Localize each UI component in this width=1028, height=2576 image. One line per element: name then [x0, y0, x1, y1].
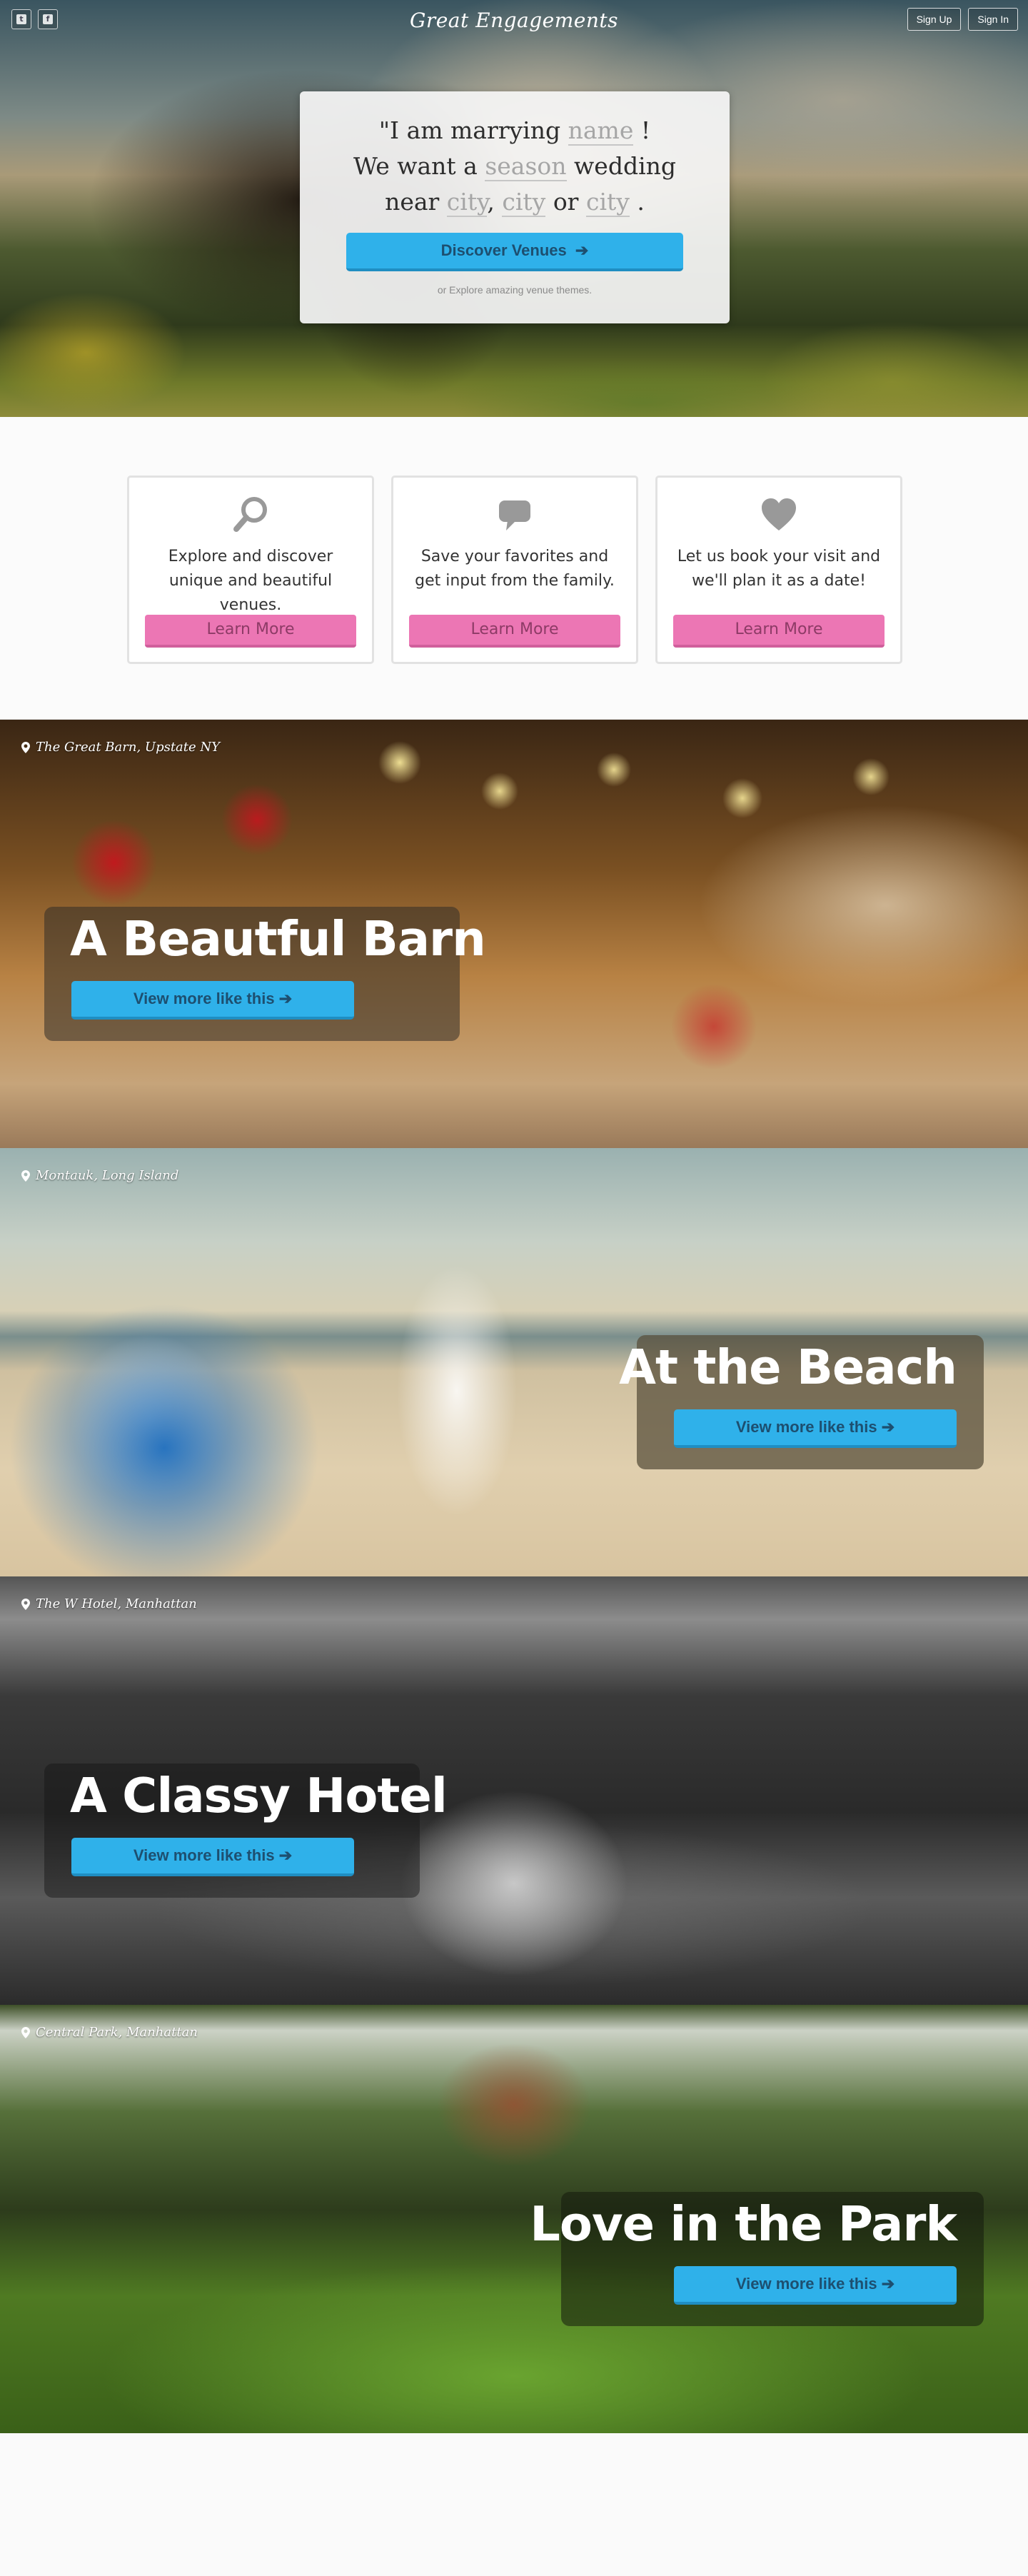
- view-more-button[interactable]: View more like this ➔: [71, 981, 354, 1020]
- venue-barn: The Great Barn, Upstate NY A Beautful Ba…: [0, 720, 1028, 1148]
- venue-hotel: The W Hotel, Manhattan A Classy Hotel Vi…: [0, 1576, 1028, 2005]
- feature-text: Explore and discover unique and beautifu…: [168, 548, 333, 614]
- venue-location-text: Montauk, Long Island: [36, 1168, 179, 1183]
- heart-icon: [762, 498, 796, 530]
- brand-link[interactable]: Great Engagements: [410, 9, 618, 32]
- view-more-button[interactable]: View more like this ➔: [71, 1838, 354, 1876]
- venue-beach: Montauk, Long Island At the Beach View m…: [0, 1148, 1028, 1576]
- name-field[interactable]: name: [568, 116, 634, 146]
- features-section: Explore and discover unique and beautifu…: [0, 417, 1028, 720]
- venue-location-text: The W Hotel, Manhattan: [36, 1596, 197, 1611]
- madlib-text: We want a: [353, 152, 478, 180]
- view-more-label: View more like this: [735, 2275, 877, 2293]
- venue-location: Central Park, Manhattan: [21, 2025, 198, 2040]
- learn-more-button[interactable]: Learn More: [145, 615, 356, 648]
- arrow-right-icon: ➔: [278, 1846, 293, 1864]
- feature-card-explore: Explore and discover unique and beautifu…: [127, 476, 374, 664]
- arrow-right-icon: ➔: [881, 1418, 895, 1436]
- view-more-button[interactable]: View more like this ➔: [674, 2266, 957, 2305]
- learn-more-button[interactable]: Learn More: [673, 615, 885, 648]
- venue-location-text: Central Park, Manhattan: [36, 2025, 198, 2040]
- feature-text: Save your favorites and get input from t…: [415, 548, 615, 590]
- venue-title: A Beautful Barn: [70, 911, 486, 967]
- explore-themes-link[interactable]: or Explore amazing venue themes.: [300, 284, 730, 296]
- city-field-2[interactable]: city: [502, 188, 546, 217]
- sign-in-button[interactable]: Sign In: [968, 8, 1018, 31]
- site-brand: Great Engagements: [0, 9, 1028, 32]
- view-more-label: View more like this: [735, 1418, 877, 1436]
- venue-caption: At the Beach View more like this ➔: [619, 1335, 984, 1469]
- madlib-card: "I am marrying name ! We want a season w…: [300, 91, 730, 323]
- facebook-button[interactable]: f: [38, 9, 58, 29]
- map-pin-icon: [21, 1169, 30, 1182]
- arrow-right-icon: ➔: [881, 2275, 895, 2293]
- venue-caption: Love in the Park View more like this ➔: [530, 2192, 984, 2326]
- map-pin-icon: [21, 1598, 30, 1610]
- social-links: t f: [11, 9, 58, 29]
- venue-location: The Great Barn, Upstate NY: [21, 740, 220, 755]
- venue-title: Love in the Park: [530, 2196, 957, 2252]
- twitter-icon: t: [16, 14, 26, 24]
- discover-venues-label: Discover Venues: [440, 241, 567, 259]
- facebook-icon: f: [43, 14, 53, 24]
- view-more-label: View more like this: [133, 1846, 275, 1864]
- discover-venues-button[interactable]: Discover Venues ➔: [346, 233, 683, 271]
- madlib-line-1: "I am marrying name !: [300, 113, 730, 149]
- venue-location-text: The Great Barn, Upstate NY: [36, 740, 221, 755]
- map-pin-icon: [21, 741, 30, 753]
- view-more-button[interactable]: View more like this ➔: [674, 1409, 957, 1448]
- venue-park: Central Park, Manhattan Love in the Park…: [0, 2005, 1028, 2433]
- city-field-1[interactable]: city: [446, 188, 488, 217]
- comment-icon: [499, 500, 530, 530]
- venue-title: At the Beach: [619, 1339, 957, 1395]
- hero-section: t f Great Engagements Sign Up Sign In "I…: [0, 0, 1028, 417]
- madlib-text: wedding: [574, 152, 677, 180]
- madlib-text: .: [637, 188, 645, 216]
- madlib-line-2: We want a season wedding: [300, 149, 730, 184]
- venue-title: A Classy Hotel: [70, 1768, 448, 1823]
- season-field[interactable]: season: [485, 152, 567, 181]
- madlib-text: or: [553, 188, 579, 216]
- venue-location: Montauk, Long Island: [21, 1168, 178, 1183]
- madlib-text: !: [640, 116, 651, 144]
- venue-caption: A Classy Hotel View more like this ➔: [44, 1764, 448, 1898]
- arrow-right-icon: ➔: [575, 241, 589, 259]
- auth-buttons: Sign Up Sign In: [907, 8, 1018, 31]
- madlib-form: "I am marrying name ! We want a season w…: [300, 113, 730, 220]
- sign-up-button[interactable]: Sign Up: [907, 8, 962, 31]
- search-icon: [233, 497, 267, 532]
- feature-text: Let us book your visit and we'll plan it…: [677, 548, 881, 590]
- city-field-3[interactable]: city: [585, 188, 630, 217]
- madlib-line-3: near city, city or city .: [300, 184, 730, 220]
- venue-location: The W Hotel, Manhattan: [21, 1596, 197, 1611]
- madlib-text: "I am marrying: [378, 116, 561, 144]
- feature-card-booking: Let us book your visit and we'll plan it…: [655, 476, 902, 664]
- madlib-text: near: [385, 188, 440, 216]
- arrow-right-icon: ➔: [278, 990, 293, 1007]
- feature-card-favorites: Save your favorites and get input from t…: [391, 476, 638, 664]
- map-pin-icon: [21, 2026, 30, 2038]
- page-footer-space: [0, 2433, 1028, 2576]
- venue-caption: A Beautful Barn View more like this ➔: [44, 907, 486, 1041]
- view-more-label: View more like this: [133, 990, 275, 1007]
- learn-more-button[interactable]: Learn More: [409, 615, 620, 648]
- twitter-button[interactable]: t: [11, 9, 31, 29]
- madlib-text: ,: [487, 188, 495, 216]
